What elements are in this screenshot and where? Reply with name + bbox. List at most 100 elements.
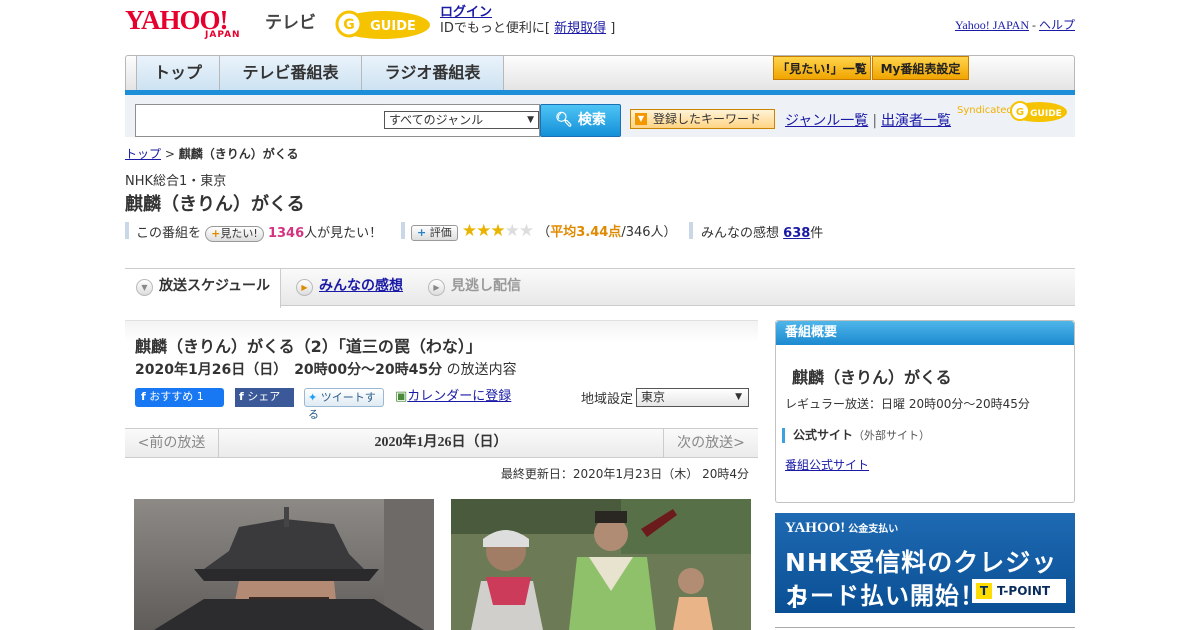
svg-text:G: G [343,17,355,33]
tab-reviews-label: みんなの感想 [319,278,403,294]
episode-photo-1[interactable] [134,499,434,630]
yahoo-japan-sub: JAPAN [205,30,241,40]
region-selected: 東京 [641,390,666,404]
header-links: Yahoo! JAPAN - ヘルプ [955,16,1075,33]
page-title: 麒麟（きりん）がくる [125,194,305,215]
star-icon: ★★★ [461,221,506,241]
dropdown-arrow-icon: ▼ [735,392,742,402]
review-section: みんなの感想 638件 [701,222,823,241]
program-summary-panel: 番組概要 麒麟（きりん）がくる レギュラー放送：日曜 20時00分～20時45分… [775,320,1075,503]
my-schedule-button[interactable]: My番組表設定 [872,56,969,80]
nav-tab-tv-schedule[interactable]: テレビ番組表 [220,56,362,90]
star-empty-icon: ★★ [504,221,535,241]
tab-missed-label: 見逃し配信 [451,278,521,294]
tweet-label: ツイートする [308,391,376,421]
prev-broadcast-button[interactable]: <前の放送 [125,429,219,457]
syndicated-label: Syndicated [957,105,1013,116]
ad-brand-logo: YAHOO! [785,520,846,536]
calendar-register[interactable]: ▣カレンダーに登録 [395,388,511,407]
ad-headline-2: カード払い開始！ [785,582,985,610]
tab-reviews[interactable]: ▶ みんなの感想 [285,269,415,306]
login-prompt-end: ] [610,21,616,36]
avg-open: （ [537,225,551,240]
channel-label: NHK総合1・東京 [125,174,227,189]
current-broadcast-date: 2020年1月26日（日） [374,435,508,450]
nav-tab-top[interactable]: トップ [136,56,220,90]
genre-selected: すべてのジャンル [389,113,484,127]
facebook-recommend-label: おすすめ 1 [149,390,204,403]
episode-date: 2020年1月26日（日） 20時00分～20時45分 [135,362,443,378]
region-label: 地域設定 [581,392,634,407]
plus-icon: + [417,225,427,239]
episode-box: 麒麟（きりん）がくる（2）「道三の罠（わな）」 2020年1月26日（日） 20… [125,320,758,428]
review-count-link[interactable]: 638 [783,226,810,241]
day-navigator: <前の放送 2020年1月26日（日） 次の放送> [125,428,758,458]
global-nav: トップ テレビ番組表 ラジオ番組表 「見たい!」一覧 My番組表設定 [125,55,1075,91]
mitai-count: 1346 [267,226,305,241]
login-box: ログイン IDでもっと便利に[ 新規取得 ] [440,5,615,37]
dropdown-arrow-icon: ▼ [527,115,534,125]
genre-select[interactable]: すべてのジャンル ▼ [384,111,539,129]
genre-list-link[interactable]: ジャンル一覧 [785,113,868,129]
breadcrumb-top-link[interactable]: トップ [125,147,161,161]
official-site-link[interactable]: 番組公式サイト [785,456,869,473]
facebook-share-label: シェア [247,390,281,403]
breadcrumb-current: 麒麟（きりん）がくる [178,147,299,161]
mitai-prefix: この番組を [136,226,202,241]
episode-photo-2[interactable] [451,499,751,630]
header: YAHOO! JAPAN テレビ G GUIDE ログイン IDでもっと便利に[… [125,0,1075,50]
play-icon: ▶ [428,279,445,296]
next-broadcast-button[interactable]: 次の放送> [663,429,758,457]
episode-title: 麒麟（きりん）がくる（2）「道三の罠（わな）」 [135,337,482,356]
help-separator: - [1028,18,1039,32]
nav-tab-radio-schedule[interactable]: ラジオ番組表 [362,56,504,90]
login-link[interactable]: ログイン [440,5,492,20]
mitai-button[interactable]: +見たい! [205,225,264,242]
rating-stars: ★★★★★ [461,221,535,241]
login-prompt: IDでもっと便利に[ [440,21,550,36]
svg-text:GUIDE: GUIDE [1030,109,1062,119]
rate-button-label: 評価 [429,225,452,239]
cast-list-link[interactable]: 出演者一覧 [881,113,951,129]
mitai-list-button[interactable]: 「見たい!」一覧 [773,56,871,80]
rate-button[interactable]: + 評価 [411,224,458,241]
facebook-icon: f [141,390,146,403]
last-updated: 最終更新日：2020年1月23日（木） 20時4分 [500,467,749,481]
rating-section: + 評価 ★★★★★ （平均3.44点/346人） [411,221,677,241]
svg-text:G: G [1016,107,1024,118]
keyword-button[interactable]: ▼ 登録したキーワード [630,109,775,129]
avg-count: /346人） [621,225,677,240]
tweet-button[interactable]: ✦ ツイートする [304,388,384,421]
tab-schedule-label: 放送スケジュール [159,278,271,294]
signup-link[interactable]: 新規取得 [554,21,606,36]
search-icon: 🔍︎ [555,112,573,128]
review-suffix: 件 [810,226,824,241]
region-select[interactable]: 東京 ▼ [636,388,749,407]
regular-broadcast: レギュラー放送：日曜 20時00分～20時45分 [785,397,1030,411]
svg-text:GUIDE: GUIDE [370,19,416,34]
breadcrumb: トップ > 麒麟（きりん）がくる [125,145,298,162]
tv-section-label[interactable]: テレビ [265,8,316,33]
tab-schedule[interactable]: ▼ 放送スケジュール [125,269,281,308]
search-button[interactable]: 🔍︎ 検索 [540,104,621,137]
yahoo-japan-link[interactable]: Yahoo! JAPAN [955,18,1029,32]
ad-brand: YAHOO! 公金支払い [785,520,898,537]
review-prefix: みんなの感想 [701,226,780,241]
tab-missed[interactable]: ▶ 見逃し配信 [417,269,537,306]
triangle-down-icon: ▼ [136,279,153,296]
tpoint-badge: T T-POINT [972,579,1066,603]
triangle-down-icon: ▼ [635,113,647,125]
search-bar: すべてのジャンル ▼ 🔍︎ 検索 ▼ 登録したキーワード ジャンル一覧 | 出演者一… [125,95,1075,137]
mitai-button-label: 見たい! [220,226,258,240]
nhk-fee-ad-banner[interactable]: YAHOO! 公金支払い NHK受信料のクレジット カード払い開始！ T T-PO… [775,513,1075,613]
help-link[interactable]: ヘルプ [1039,18,1075,32]
program-tabs: ▼ 放送スケジュール ▶ みんなの感想 ▶ 見逃し配信 [125,268,1075,308]
keyword-button-label: 登録したキーワード [653,112,762,126]
plus-icon: + [211,226,221,240]
tpoint-icon: T [976,583,992,599]
breadcrumb-sep: > [161,147,179,161]
strip-links: ジャンル一覧 | 出演者一覧 [785,113,952,129]
program-meta: この番組を +見たい! 1346人が見たい！ + 評価 ★★★★★ （平均3.4… [125,221,1075,242]
facebook-recommend-button[interactable]: f おすすめ 1 [135,388,224,407]
facebook-share-button[interactable]: f シェア [235,388,294,407]
